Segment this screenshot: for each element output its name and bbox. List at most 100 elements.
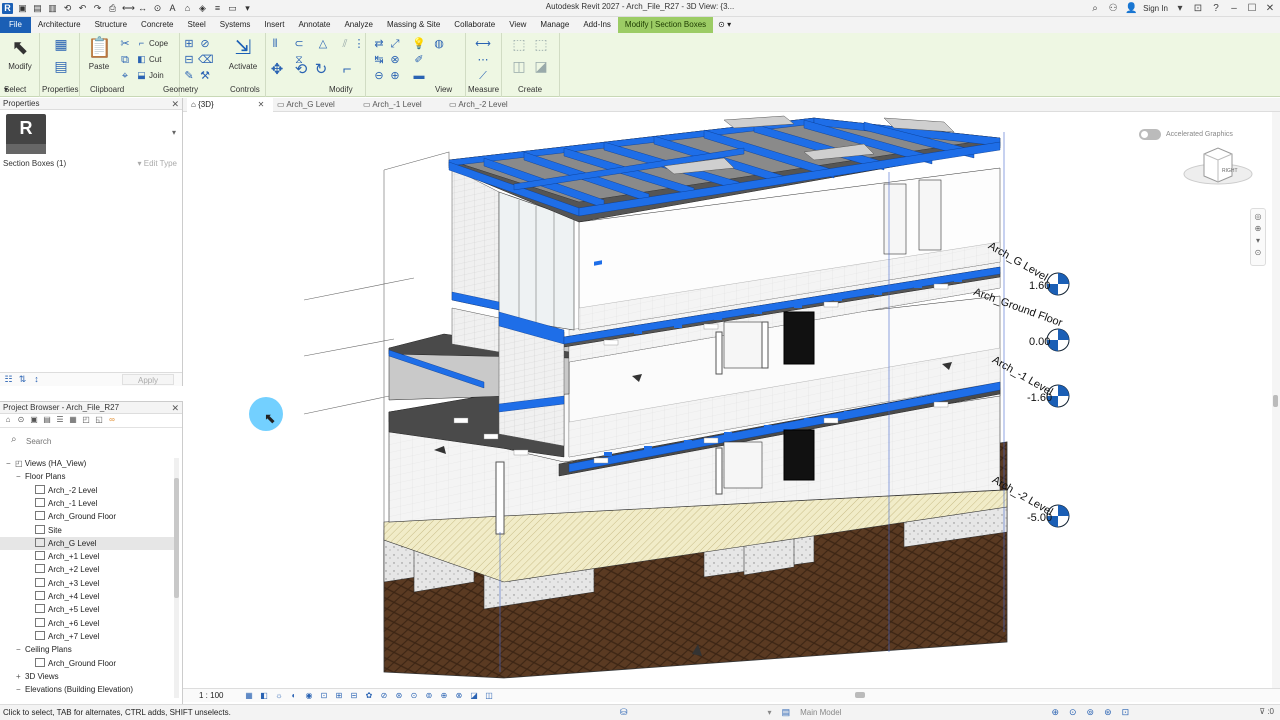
canvas-vertical-scrollbar[interactable] <box>1272 112 1280 688</box>
close-icon[interactable]: ✕ <box>171 402 179 414</box>
edit-type-button[interactable]: ▾ Edit Type <box>138 159 177 168</box>
select-by-face-icon[interactable]: ⊛ <box>1104 707 1112 718</box>
customize-qat-icon[interactable]: ▾ <box>242 3 253 14</box>
collapse-icon[interactable]: − <box>16 643 25 656</box>
scale-icon[interactable]: ↹ <box>372 53 386 67</box>
tab-collaborate[interactable]: Collaborate <box>447 17 502 33</box>
measure-icon[interactable]: ⟷ <box>122 3 135 14</box>
copy-icon[interactable]: ⧉ <box>118 53 132 67</box>
help-icon[interactable]: ? <box>1210 3 1222 14</box>
level-value-minus1[interactable]: -1.60 <box>1027 392 1052 404</box>
organize-icon[interactable]: ⊙ <box>16 415 26 425</box>
tab-structure[interactable]: Structure <box>88 17 134 33</box>
worksharing-icon[interactable]: ⊛ <box>393 690 404 701</box>
maximize-icon[interactable]: ☐ <box>1246 3 1258 14</box>
join-button[interactable]: ⬓ Join <box>136 69 163 81</box>
tag-icon[interactable]: ⊙ <box>152 3 163 14</box>
sync-icon[interactable]: ⟲ <box>62 3 73 14</box>
expand-icon[interactable]: + <box>16 670 25 683</box>
design-options-dropdown-icon[interactable]: ▾ <box>768 708 772 717</box>
tab-concrete[interactable]: Concrete <box>134 17 180 33</box>
collapse-icon[interactable]: ▣ <box>29 415 39 425</box>
properties-filter[interactable]: Section Boxes (1) <box>3 159 66 168</box>
close-icon[interactable]: ✕ <box>171 98 179 110</box>
tab-modify-section-boxes[interactable]: Modify | Section Boxes <box>617 17 714 33</box>
ribbon-options-icon[interactable]: ⊙ ▾ <box>713 17 736 33</box>
accelerated-graphics-toggle[interactable]: Accelerated Graphics <box>1139 129 1233 140</box>
select-underlay-icon[interactable]: ⊙ <box>1069 707 1077 718</box>
home-icon[interactable]: ⌂ <box>3 415 13 425</box>
tree-item[interactable]: − Elevations (Building Elevation) <box>0 683 176 696</box>
switch-windows-icon[interactable]: ▭ <box>227 3 238 14</box>
crop-view-icon[interactable]: ⊡ <box>318 690 329 701</box>
modify-button[interactable]: ⬉ Modify <box>3 36 37 78</box>
chevron-down-icon[interactable]: ▾ <box>1174 3 1186 14</box>
show-crop-icon[interactable]: ⊞ <box>333 690 344 701</box>
match-type-icon[interactable]: ⌖ <box>118 69 132 83</box>
hide-elements-icon[interactable]: ◪ <box>468 690 479 701</box>
3d-view-canvas[interactable]: RIGHT Arch_G Level 1.60 Arch_Ground Floo… <box>184 112 1272 688</box>
browser-scroll-thumb[interactable] <box>174 478 179 598</box>
home-icon[interactable]: ▣ <box>17 3 28 14</box>
dimension-tool-icon[interactable]: ⟋ <box>470 69 496 83</box>
tree-item[interactable]: − Floor Plans <box>0 470 176 483</box>
type-selector-dropdown-icon[interactable]: ▾ <box>172 128 176 137</box>
tab-arch-minus1-level[interactable]: ▭ Arch_-1 Level <box>359 98 445 112</box>
infocenter-icon[interactable]: ⚇ <box>1107 3 1119 14</box>
sun-path-icon[interactable]: ☼ <box>273 690 284 701</box>
apply-button[interactable]: Apply <box>122 374 174 385</box>
tree-item[interactable]: Arch_+7 Level <box>0 630 176 643</box>
panel-label-select[interactable]: Select ▾ <box>4 85 26 94</box>
categorize-icon[interactable]: ☷ <box>3 374 14 385</box>
demolish-icon[interactable]: ⊘ <box>198 37 212 51</box>
activate-button[interactable]: ⇲ Activate <box>226 36 260 78</box>
collapse-icon[interactable]: − <box>6 457 15 470</box>
thin-lines-icon[interactable]: ≡ <box>212 3 223 14</box>
steering-wheel-icon[interactable]: ◎ <box>1255 212 1262 221</box>
render-icon[interactable]: ◉ <box>303 690 314 701</box>
delete-icon[interactable]: ⊗ <box>388 53 402 67</box>
align-icon[interactable]: ⫴ <box>268 37 282 51</box>
collapse-icon[interactable]: − <box>16 683 25 696</box>
constraints-icon[interactable]: ⊕ <box>438 690 449 701</box>
search-icon[interactable]: ⌕ <box>1089 3 1101 14</box>
tab-file[interactable]: File <box>0 17 31 33</box>
move-icon[interactable]: ✥ <box>268 62 286 77</box>
trim-icon[interactable]: ⌐ <box>338 62 356 77</box>
split-icon[interactable]: ⫽ <box>338 37 352 51</box>
tab-3d-view[interactable]: ⌂ {3D} ✕ <box>187 98 273 112</box>
array-icon[interactable]: ⋮ <box>352 37 366 51</box>
section-icon[interactable]: ◈ <box>197 3 208 14</box>
tree-item[interactable]: Site <box>0 524 176 537</box>
revit-logo-icon[interactable]: R <box>2 3 13 14</box>
cope-button[interactable]: ⌐ Cope <box>136 37 168 49</box>
wall-joins-icon[interactable]: ⊞ <box>182 37 196 51</box>
vertical-scroll-thumb[interactable] <box>1273 395 1278 407</box>
select-links-icon[interactable]: ⊕ <box>1051 707 1059 718</box>
sort-icon[interactable]: ⇅ <box>17 374 28 385</box>
tab-view[interactable]: View <box>502 17 533 33</box>
group-icon[interactable]: ◱ <box>94 415 104 425</box>
tree-item[interactable]: Arch_+6 Level <box>0 617 176 630</box>
shadows-icon[interactable]: ◐ <box>288 690 299 701</box>
create-similar-icon[interactable]: ◪ <box>532 59 550 73</box>
undo-icon[interactable]: ↶ <box>77 3 88 14</box>
unpin-icon[interactable]: ⤢ <box>388 37 402 51</box>
save-icon[interactable]: ▥ <box>47 3 58 14</box>
linework-icon[interactable]: ▬ <box>412 69 426 83</box>
filter-count[interactable]: ⊽ :0 <box>1259 707 1274 716</box>
split-face-icon[interactable]: ⊟ <box>182 53 196 67</box>
tree-item[interactable]: Arch_+2 Level <box>0 563 176 576</box>
tab-analyze[interactable]: Analyze <box>337 17 379 33</box>
tree-item[interactable]: Arch_+4 Level <box>0 590 176 603</box>
paint-icon[interactable]: ✎ <box>182 69 196 83</box>
brush-icon[interactable]: ✐ <box>412 53 426 67</box>
rotate-icon[interactable]: ↻ <box>312 62 330 77</box>
tree-item[interactable]: +3D Views <box>0 670 176 683</box>
temp-hide-icon[interactable]: ✿ <box>363 690 374 701</box>
worksets-icon[interactable]: ⛁ <box>620 707 628 718</box>
create-assembly-icon[interactable]: ⬚ <box>510 37 528 51</box>
browser-search-input[interactable] <box>6 434 176 448</box>
schedule-icon[interactable]: ▦ <box>68 415 78 425</box>
view-scale[interactable]: 1 : 100 <box>199 691 223 700</box>
